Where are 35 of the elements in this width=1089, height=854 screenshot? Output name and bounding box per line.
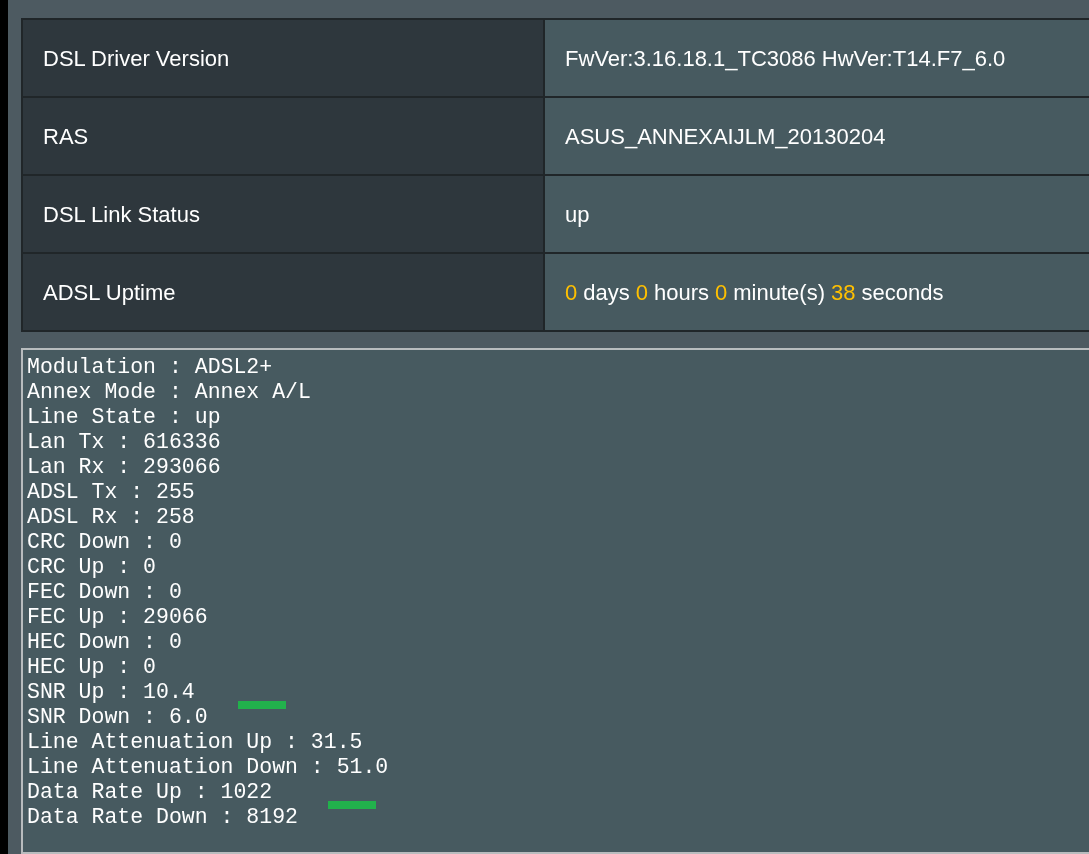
- log-line: CRC Up : 0: [27, 555, 157, 580]
- value-text: up: [565, 200, 590, 229]
- value-text: FwVer:3.16.18.1_TC3086 HwVer:T14.F7_6.0: [565, 44, 1006, 73]
- log-line: Modulation : ADSL2+: [27, 355, 273, 380]
- value-text: 0: [715, 278, 728, 307]
- log-line: FEC Up : 29066: [27, 605, 208, 630]
- table-cell: ADSL Uptime: [23, 254, 543, 330]
- value-text: 0: [635, 278, 648, 307]
- log-line: HEC Up : 0: [27, 655, 157, 680]
- log-line: Line Attenuation Down : 51.0: [27, 755, 389, 780]
- log-line: ADSL Tx : 255: [27, 480, 195, 505]
- log-line: Lan Tx : 616336: [27, 430, 221, 455]
- table-cell: RAS: [23, 98, 543, 174]
- log-line: CRC Down : 0: [27, 530, 182, 555]
- log-line: HEC Down : 0: [27, 630, 182, 655]
- table-cell: DSL Driver Version: [23, 20, 543, 96]
- value-text: days: [583, 278, 630, 307]
- log-line: Annex Mode : Annex A/L: [27, 380, 311, 405]
- table-cell: DSL Link Status: [23, 176, 543, 252]
- log-line: FEC Down : 0: [27, 580, 182, 605]
- value-text: seconds: [861, 278, 944, 307]
- log-line: Data Rate Down : 8192: [27, 805, 298, 830]
- value-text: ASUS_ANNEXAIJLM_20130204: [565, 122, 886, 151]
- log-line: SNR Down : 6.0: [27, 705, 208, 730]
- log-line: Data Rate Up : 1022: [27, 780, 273, 805]
- log-line: ADSL Rx : 258: [27, 505, 195, 530]
- log-line: Line State : up: [27, 405, 221, 430]
- value-text: hours: [654, 278, 710, 307]
- log-line: Lan Rx : 293066: [27, 455, 221, 480]
- log-line: Line Attenuation Up : 31.5: [27, 730, 363, 755]
- log-line: SNR Up : 10.4: [27, 680, 195, 705]
- value-text: minute(s): [733, 278, 825, 307]
- value-text: 38: [830, 278, 856, 307]
- log-textarea[interactable]: [21, 348, 1089, 854]
- value-text: 0: [565, 278, 578, 307]
